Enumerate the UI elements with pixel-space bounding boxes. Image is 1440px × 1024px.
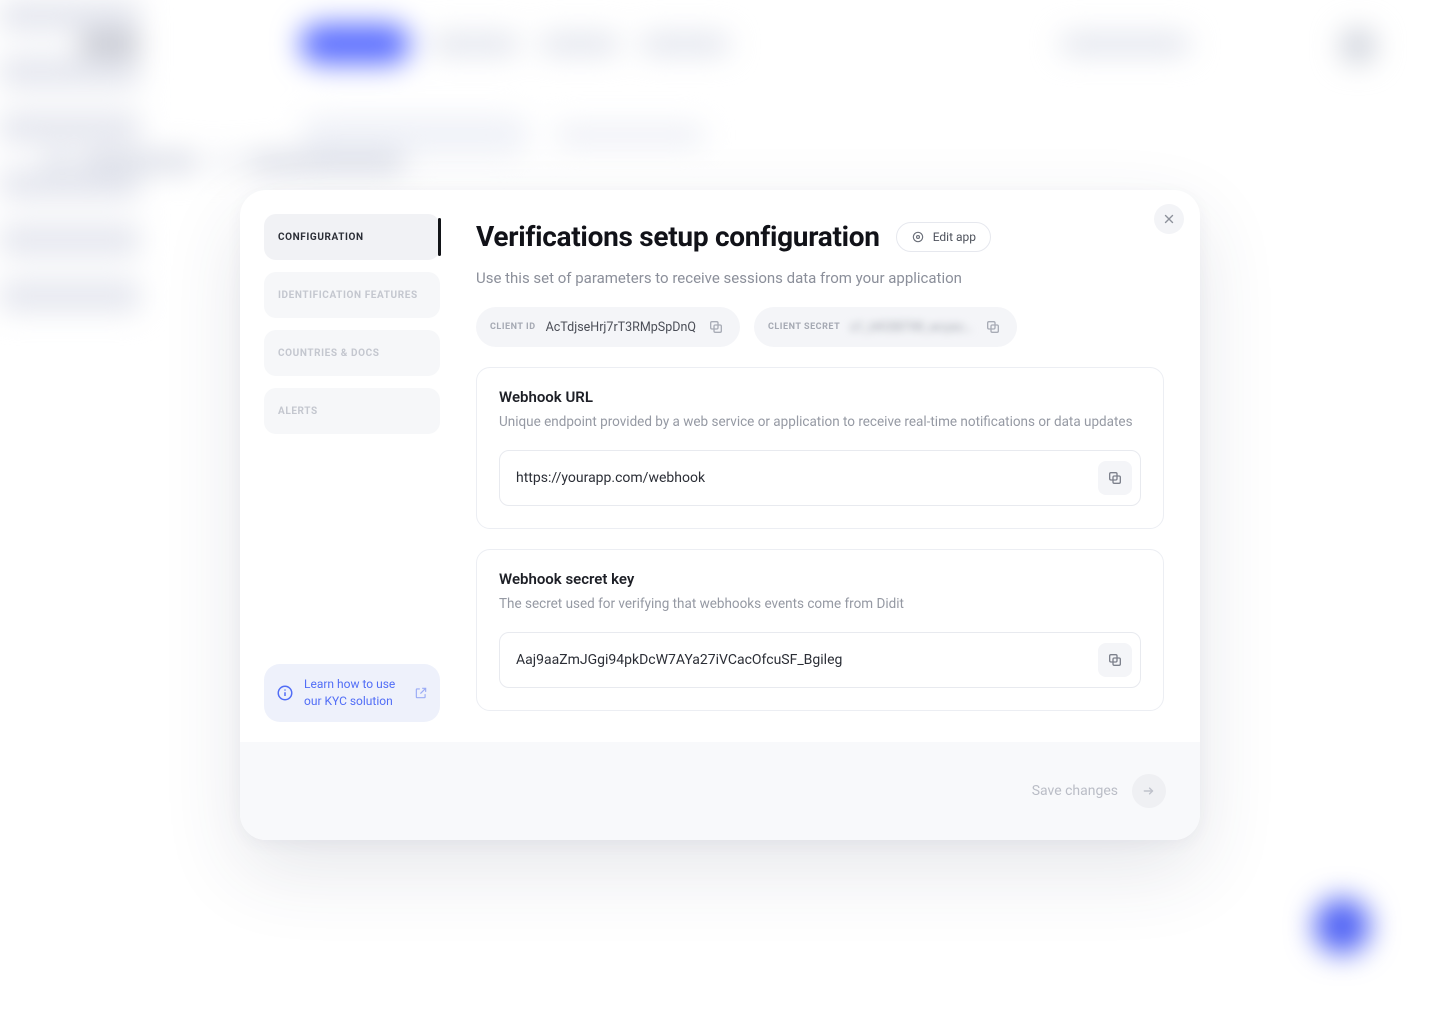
copy-icon (1107, 470, 1123, 486)
save-arrow-button[interactable] (1132, 774, 1166, 808)
sidebar-item-configuration[interactable]: CONFIGURATION (264, 214, 440, 260)
copy-client-id-button[interactable] (706, 317, 726, 337)
webhook-url-value: https://yourapp.com/webhook (516, 470, 1086, 486)
close-button[interactable] (1154, 204, 1184, 234)
close-icon (1162, 212, 1176, 226)
client-id-value: AcTdjseHrj7rT3RMpSpDnQ (546, 320, 696, 335)
edit-app-label: Edit app (933, 230, 976, 244)
sidebar-item-countries-docs[interactable]: COUNTRIES & DOCS (264, 330, 440, 376)
webhook-url-desc: Unique endpoint provided by a web servic… (499, 414, 1141, 430)
copy-icon (1107, 652, 1123, 668)
external-link-icon (414, 686, 428, 700)
webhook-url-panel: Webhook URL Unique endpoint provided by … (476, 367, 1164, 529)
client-secret-chip: CLIENT SECRET s1_trK3l87iW_wcysc… (754, 307, 1017, 347)
copy-icon (708, 319, 724, 335)
sidebar-item-label: IDENTIFICATION FEATURES (278, 290, 418, 301)
learn-kyc-card[interactable]: Learn how to use our KYC solution (264, 664, 440, 722)
sidebar-item-label: COUNTRIES & DOCS (278, 348, 380, 359)
copy-icon (985, 319, 1001, 335)
arrow-right-icon (1142, 784, 1156, 798)
client-secret-value: s1_trK3l87iW_wcysc… (850, 320, 972, 335)
sidebar-item-label: ALERTS (278, 406, 318, 417)
webhook-secret-field[interactable]: Aaj9aaZmJGgi94pkDcW7AYa27iVCacOfcuSF_Bgi… (499, 632, 1141, 688)
copy-webhook-secret-button[interactable] (1098, 643, 1132, 677)
webhook-secret-title: Webhook secret key (499, 570, 1141, 588)
page-subtitle: Use this set of parameters to receive se… (476, 269, 1164, 287)
modal-footer: Save changes (240, 742, 1200, 840)
sidebar-item-identification-features[interactable]: IDENTIFICATION FEATURES (264, 272, 440, 318)
page-title: Verifications setup configuration (476, 220, 880, 253)
settings-ring-icon (911, 230, 925, 244)
learn-kyc-text: Learn how to use our KYC solution (304, 676, 404, 710)
copy-webhook-url-button[interactable] (1098, 461, 1132, 495)
save-changes-button[interactable]: Save changes (1032, 783, 1118, 799)
settings-modal: CONFIGURATION IDENTIFICATION FEATURES CO… (240, 190, 1200, 840)
webhook-url-field[interactable]: https://yourapp.com/webhook (499, 450, 1141, 506)
edit-app-button[interactable]: Edit app (896, 222, 991, 252)
sidebar-item-alerts[interactable]: ALERTS (264, 388, 440, 434)
webhook-secret-panel: Webhook secret key The secret used for v… (476, 549, 1164, 711)
info-icon (276, 684, 294, 702)
webhook-secret-value: Aaj9aaZmJGgi94pkDcW7AYa27iVCacOfcuSF_Bgi… (516, 652, 1086, 668)
webhook-url-title: Webhook URL (499, 388, 1141, 406)
client-id-chip: CLIENT ID AcTdjseHrj7rT3RMpSpDnQ (476, 307, 740, 347)
webhook-secret-desc: The secret used for verifying that webho… (499, 596, 1141, 612)
client-secret-label: CLIENT SECRET (768, 322, 840, 332)
client-id-label: CLIENT ID (490, 322, 536, 332)
copy-client-secret-button[interactable] (983, 317, 1003, 337)
sidebar-item-label: CONFIGURATION (278, 232, 364, 243)
